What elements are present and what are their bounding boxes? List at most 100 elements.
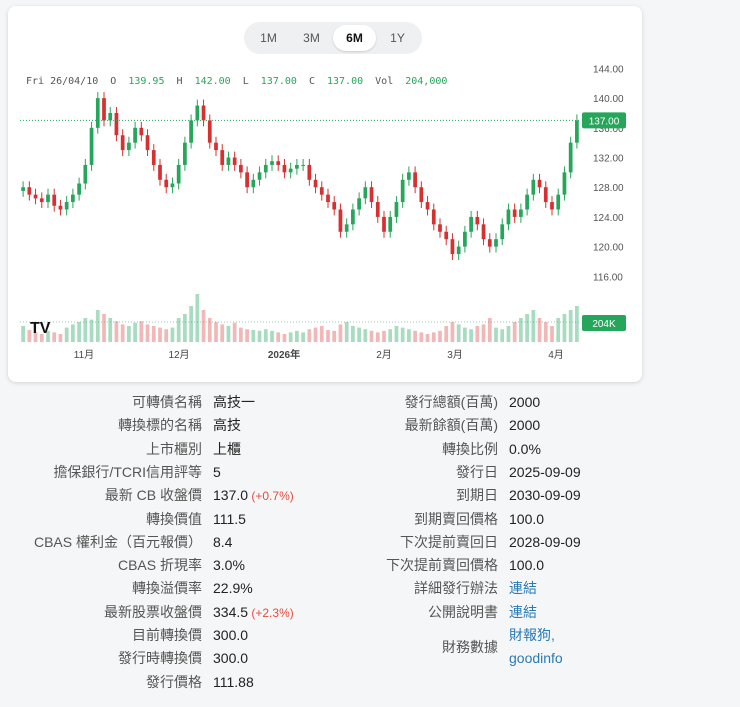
left-label: 目前轉換價 [132,627,202,643]
candle-body [108,112,113,121]
legend-close: 137.00 [327,76,364,87]
candle-body [319,187,324,195]
candle-body [456,246,461,255]
volume-bar [400,327,405,342]
volume-bar [382,330,386,342]
right-row: 下次提前賣回價格 100.0 [0,553,740,577]
candle-body [301,164,305,166]
candle-body [332,202,337,210]
candle-body [164,179,169,188]
volume-bar [239,327,243,342]
tab-3m[interactable]: 3M [290,25,333,51]
volume-bar [120,324,125,342]
candle-body [133,127,137,143]
left-value: 111.88 [213,670,254,694]
right-value: 2028-09-09 [509,530,581,554]
right-value: 2000 [509,390,540,414]
volume-bar [257,330,262,342]
candle-body [525,194,529,210]
range-tabs: 1M 3M 6M 1Y [244,22,422,54]
tradingview-logo: TV [30,320,51,337]
candle-body [431,209,436,225]
volume-bar [375,332,380,342]
candle-body [145,135,150,151]
y-tick-label: 140.00 [593,94,624,105]
volume-bar [407,329,411,342]
right-value: 2000 [509,413,540,437]
right-value-text: 2030-09-09 [509,487,581,504]
right-value-text: 0.0% [509,440,541,457]
right-value-text: 2000 [509,417,541,434]
volume-bar [214,322,218,342]
right-value: 100.0 [509,507,544,531]
candle-body [407,172,411,180]
candle-body [195,105,200,121]
volume-bar [21,326,25,342]
chart-card: 144.00 140.00 136.00 132.00 128.00 124.00 120.… [8,6,642,382]
volume-bar [512,322,517,342]
candle-body [176,164,181,184]
right-value[interactable]: 連結 [509,576,537,600]
y-tick-label: 128.00 [593,183,624,194]
volume-bar [263,329,268,342]
volume-bar [201,310,206,342]
tab-6m[interactable]: 6M [333,25,376,51]
candle-body [394,202,399,217]
candle-body [400,179,405,203]
legend-volume: 204,000 [405,76,448,87]
tab-1y[interactable]: 1Y [376,25,419,51]
right-value-text[interactable]: 連結 [509,604,537,620]
candle-body [568,142,573,173]
volume-bar [450,322,455,342]
volume-bar [71,324,75,342]
candle-body [139,127,144,136]
right-label: 轉換比例 [442,440,498,457]
volume-bar [425,334,430,342]
candle-body [102,98,106,121]
candle-body [220,150,225,165]
legend-high: 142.00 [194,76,231,87]
right-value-text: 2000 [509,394,541,410]
right-row: 詳細發行辦法 連結 [0,576,740,600]
volume-bar [419,332,424,342]
volume-bar [431,332,436,342]
volume-bar [326,330,330,342]
financial-link-caibaogou[interactable]: 財報狗, [509,623,555,647]
tab-1m[interactable]: 1M [247,25,290,51]
price-chart[interactable]: 144.00140.00136.00132.00128.00124.00120.… [8,6,642,382]
volume-bar [394,326,399,342]
right-value[interactable]: 連結 [509,600,537,624]
candle-body [344,224,349,232]
volume-bar [556,318,561,342]
x-tick-label: 4月 [548,349,564,361]
y-tick-label: 124.00 [593,213,624,224]
right-row: 發行總額(百萬) 2000 [0,390,740,414]
legend-l-label: L [242,76,249,87]
right-value-text: 100.0 [509,557,545,574]
volume-bar [463,327,467,342]
volume-tag-label: 204K [592,319,616,330]
candle-body [425,202,430,210]
candle-body [189,120,193,143]
candle-body [288,168,293,173]
volume-bar [575,306,579,342]
candle-body [120,135,125,151]
candle-body [419,187,424,203]
right-row: 下次提前賣回日 2028-09-09 [0,530,740,554]
volume-bar [58,334,63,342]
volume-bar [363,329,368,342]
candle-body [77,183,81,195]
volume-bar [164,329,169,342]
volume-bar [562,314,567,342]
volume-bar [494,327,498,342]
candle-body [450,239,455,255]
candle-body [537,179,542,188]
right-value-text[interactable]: 連結 [509,580,537,596]
financial-link-goodinfo[interactable]: goodinfo [509,646,563,670]
candle-body [257,172,262,180]
candle-body [475,216,480,225]
left-value-text: 300.0 [213,627,249,643]
legend-open: 139.95 [128,76,165,87]
candle-body [183,142,187,165]
x-tick-label: 2月 [376,349,392,361]
